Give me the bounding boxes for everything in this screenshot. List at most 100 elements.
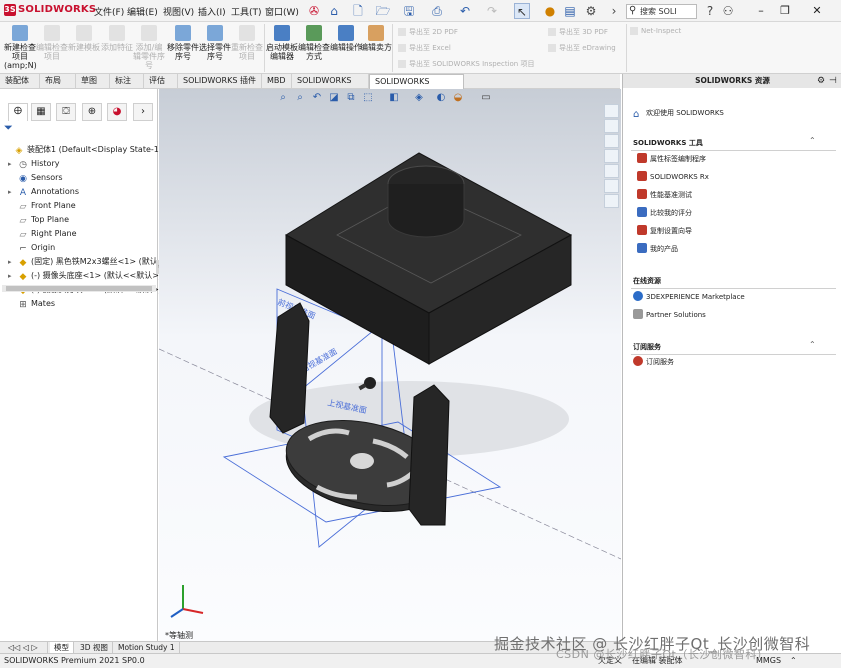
online-link[interactable]: 3DEXPERIENCE Marketplace — [633, 291, 745, 303]
new-inspection-project-button[interactable]: 新建检查项目(amp;N) — [4, 24, 37, 70]
filter-icon[interactable]: ⏷ — [4, 121, 154, 137]
recheck-project-button[interactable]: 重新检查项目 — [231, 24, 263, 61]
minimize-button[interactable]: – — [752, 3, 770, 19]
subscription-link[interactable]: 订阅服务 — [633, 356, 674, 368]
save-icon[interactable]: 🖫 — [401, 3, 417, 19]
tree-item[interactable]: ▸ ◆ (-) 摄像头底座<1> (默认<<默认>_... — [8, 269, 171, 283]
add-feature-button[interactable]: 添加特征 — [101, 24, 133, 52]
menu-view[interactable]: 视图(V) — [163, 5, 194, 18]
custom-properties-tab-icon[interactable] — [604, 179, 619, 193]
template-editor-button[interactable]: 启动模板编辑器 — [266, 24, 298, 61]
tab-cam[interactable]: SOLIDWORKS CAM — [292, 74, 369, 99]
export-3d-pdf-button[interactable]: 导出至 3D PDF — [548, 27, 608, 37]
tool-link[interactable]: 性能基准测试 — [637, 189, 692, 201]
horizontal-scrollbar[interactable] — [2, 285, 156, 292]
export-edrawing-button[interactable]: 导出至 eDrawing — [548, 43, 616, 53]
tree-item[interactable]: ◈ 装配体1 (Default<Display State-1>) — [4, 143, 169, 157]
section-title-online[interactable]: 在线资源 — [633, 276, 661, 286]
solidworks-resources-tab-icon[interactable] — [604, 104, 619, 118]
section-title-tools[interactable]: SOLIDWORKS 工具 — [633, 138, 703, 148]
online-link[interactable]: Partner Solutions — [633, 309, 706, 321]
expand-arrow-icon[interactable]: ▸ — [8, 157, 18, 171]
display-manager-tab-icon[interactable]: ◕ — [107, 103, 127, 121]
tab-markup[interactable]: 标注 — [110, 74, 144, 89]
menu-file[interactable]: 文件(F) — [94, 5, 124, 18]
search-input[interactable]: 搜索 SOLI — [626, 4, 697, 19]
help-icon[interactable]: ? — [702, 3, 718, 19]
configuration-manager-tab-icon[interactable]: ⛋ — [56, 103, 76, 121]
expand-arrow-icon[interactable]: ▸ — [8, 269, 18, 283]
tree-item[interactable]: ▸ A Annotations — [8, 185, 79, 199]
edit-inspection-project-button[interactable]: 编辑检查项目 — [36, 24, 68, 61]
scrollbar-thumb[interactable] — [6, 286, 152, 291]
settings-gear-icon[interactable]: ⚙ — [583, 3, 599, 19]
tool-link[interactable]: 属性标签编制程序 — [637, 153, 706, 165]
tab-mbd[interactable]: MBD — [262, 74, 292, 89]
edit-vendor-button[interactable]: 编辑卖方 — [360, 24, 392, 52]
select-cursor-icon[interactable]: ↖ — [514, 3, 530, 19]
tab-assembly[interactable]: 装配体 — [0, 74, 40, 89]
task-pane-options-icon[interactable]: ⚙ — [817, 76, 825, 86]
feature-manager-tab-icon[interactable]: 🜨 — [8, 103, 28, 121]
tree-item[interactable]: ▸ ◷ History — [8, 157, 59, 171]
close-button[interactable]: ✕ — [808, 3, 826, 19]
net-inspect-button[interactable]: Net-Inspect — [630, 27, 681, 35]
section-title-subscription[interactable]: 订阅服务 — [633, 342, 661, 352]
tree-item[interactable]: ▱ Top Plane — [8, 213, 69, 227]
file-explorer-tab-icon[interactable] — [604, 134, 619, 148]
design-library-tab-icon[interactable] — [604, 119, 619, 133]
tab-addins[interactable]: SOLIDWORKS 插件 — [178, 74, 262, 89]
pin-icon[interactable]: ✇ — [306, 3, 322, 19]
tree-item[interactable]: ▱ Right Plane — [8, 227, 77, 241]
open-folder-icon[interactable]: 🗁 — [375, 3, 391, 19]
collapse-caret-icon[interactable]: ⌃ — [809, 340, 816, 349]
file-properties-icon[interactable]: ▤ — [562, 3, 578, 19]
tree-item[interactable]: ◉ Sensors — [8, 171, 63, 185]
add-edit-balloon-button[interactable]: 添加/编辑零件序号 — [133, 24, 165, 70]
tab-inspection[interactable]: SOLIDWORKS Inspection — [369, 74, 464, 100]
new-document-icon[interactable]: 🗋 — [350, 3, 366, 19]
expand-arrow-icon[interactable]: ▸ — [8, 185, 18, 199]
tool-link[interactable]: 我的产品 — [637, 243, 678, 255]
edit-inspection-method-button[interactable]: 编辑检查方式 — [298, 24, 330, 61]
menu-edit[interactable]: 编辑(E) — [127, 5, 158, 18]
export-excel-button[interactable]: 导出至 Excel — [398, 43, 451, 53]
select-balloon-button[interactable]: 选择零件序号 — [199, 24, 231, 61]
tool-link[interactable]: 复制设置向导 — [637, 225, 692, 237]
new-template-button[interactable]: 新建模板 — [68, 24, 100, 52]
export-2d-pdf-button[interactable]: 导出至 2D PDF — [398, 27, 458, 37]
tool-link[interactable]: SOLIDWORKS Rx — [637, 171, 709, 183]
tree-item[interactable]: ⌐ Origin — [8, 241, 55, 255]
task-pane-pin-icon[interactable]: ⊣ — [829, 76, 837, 86]
menu-tools[interactable]: 工具(T) — [231, 5, 262, 18]
appearances-tab-icon[interactable] — [604, 164, 619, 178]
tool-link[interactable]: 比较我的评分 — [637, 207, 692, 219]
restore-button[interactable]: ❐ — [776, 3, 794, 19]
welcome-link[interactable]: ⌂ 欢迎使用 SOLIDWORKS — [633, 107, 724, 120]
edit-operation-button[interactable]: 编辑操作 — [330, 24, 362, 52]
graphics-viewport[interactable]: ⌕ ⌕ ↶ ◪ ⧉ ⬚ ◧ ◈ ◐ ◒ ▭ 前视基准面 右视基准面 上视基准面 — [159, 89, 621, 641]
tab-layout[interactable]: 布局 — [40, 74, 76, 89]
tree-item[interactable]: ⊞ Mates — [8, 297, 55, 311]
tree-item[interactable]: ▱ Front Plane — [8, 199, 76, 213]
remove-balloon-button[interactable]: 移除零件序号 — [167, 24, 199, 61]
user-icon[interactable]: ⚇ — [720, 3, 736, 19]
undo-icon[interactable]: ↶ — [457, 3, 473, 19]
tree-item[interactable]: ▸ ◆ (固定) 黑色铁M2x3螺丝<1> (默认<... — [8, 255, 172, 269]
property-manager-tab-icon[interactable]: ▦ — [31, 103, 51, 121]
view-palette-tab-icon[interactable] — [604, 149, 619, 163]
redo-icon[interactable]: ↷ — [484, 3, 500, 19]
tab-evaluate[interactable]: 评估 — [144, 74, 178, 89]
traffic-light-icon[interactable]: ● — [542, 3, 558, 19]
print-icon[interactable]: ⎙ — [429, 3, 445, 19]
export-inspection-project-button[interactable]: 导出至 SOLIDWORKS Inspection 项目 — [398, 59, 534, 69]
menu-insert[interactable]: 插入(I) — [198, 5, 226, 18]
collapse-caret-icon[interactable]: ⌃ — [809, 136, 816, 145]
home-icon[interactable]: ⌂ — [326, 3, 342, 19]
collapse-arrow-icon[interactable]: › — [606, 3, 622, 19]
dimxpert-tab-icon[interactable]: ⊕ — [82, 103, 102, 121]
tab-sketch[interactable]: 草图 — [76, 74, 110, 89]
3dexperience-tab-icon[interactable] — [604, 194, 619, 208]
menu-window[interactable]: 窗口(W) — [265, 5, 299, 18]
expand-arrow-icon[interactable]: ▸ — [8, 255, 18, 269]
